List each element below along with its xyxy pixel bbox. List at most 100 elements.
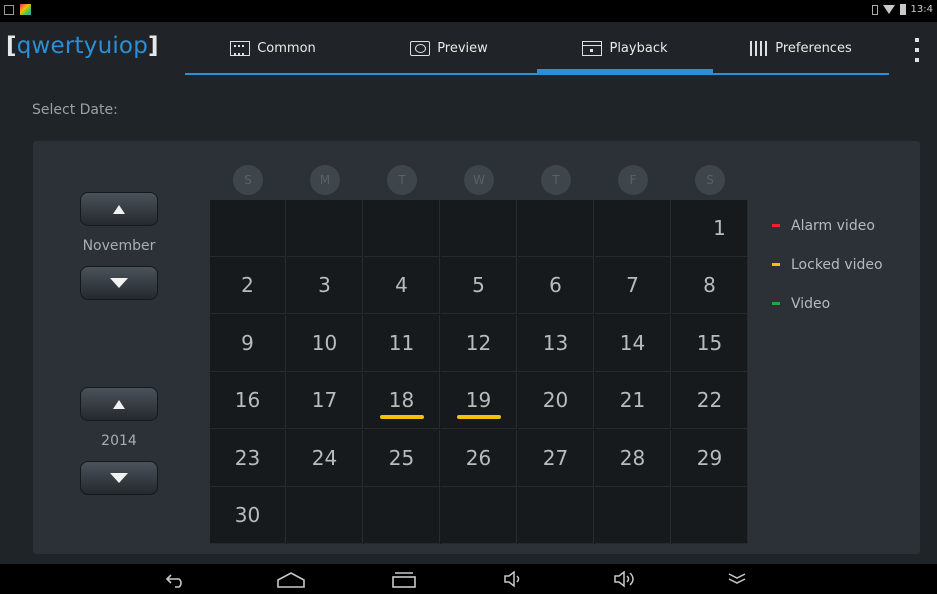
- weekday-label: W: [464, 165, 494, 195]
- calendar-day-number: 9: [241, 330, 254, 355]
- app-window: 13:4 [qwertyuiop] Common Preview Playbac…: [0, 0, 937, 594]
- calendar-day-9[interactable]: 9: [210, 314, 286, 372]
- calendar-day-25[interactable]: 25: [364, 429, 440, 487]
- legend-item: Alarm video: [772, 206, 883, 245]
- volume-up-icon[interactable]: [613, 570, 641, 588]
- calendar-day-number: 1: [713, 216, 726, 240]
- calendar-day-number: 16: [234, 388, 261, 413]
- calendar-day-8[interactable]: 8: [672, 257, 748, 315]
- calendar-day-30[interactable]: 30: [210, 487, 286, 544]
- tab-active-indicator: [537, 69, 713, 73]
- year-up-button[interactable]: [80, 387, 158, 421]
- overflow-dot-icon: [915, 38, 919, 42]
- calendar-day-number: 13: [542, 330, 569, 355]
- calendar-day-18[interactable]: 18: [364, 372, 440, 430]
- month-up-button[interactable]: [80, 192, 158, 226]
- weekday-label: T: [541, 165, 571, 195]
- preferences-icon: [750, 41, 769, 56]
- tab-preview[interactable]: Preview: [361, 22, 537, 75]
- volume-down-icon[interactable]: [503, 570, 527, 588]
- back-icon[interactable]: [165, 572, 187, 588]
- status-time: 13:4: [910, 4, 933, 15]
- calendar-day-6[interactable]: 6: [518, 257, 594, 315]
- calendar-day-14[interactable]: 14: [595, 314, 671, 372]
- home-icon[interactable]: [276, 571, 306, 589]
- calendar-day-10[interactable]: 10: [287, 314, 363, 372]
- month-down-button[interactable]: [80, 266, 158, 300]
- recents-icon[interactable]: [390, 571, 418, 589]
- arrow-down-icon: [110, 278, 128, 288]
- legend-swatch: [772, 302, 780, 305]
- wifi-icon: [882, 5, 895, 14]
- legend-label: Video: [791, 295, 831, 312]
- calendar-day-number: 19: [465, 388, 492, 413]
- year-spinner: 2014: [80, 387, 158, 495]
- calendar-grid: 1 2 3 4 5 6 7 8 9 10 11 12 13 14 15 16 17 18 19 20 21 22 23 24 2…: [210, 200, 748, 544]
- calendar-day-2[interactable]: 2: [210, 257, 286, 315]
- year-down-button[interactable]: [80, 461, 158, 495]
- tab-preferences-label: Preferences: [775, 41, 852, 56]
- calendar-day-22[interactable]: 22: [672, 372, 748, 430]
- tab-preview-label: Preview: [437, 41, 488, 56]
- calendar-day-13[interactable]: 13: [518, 314, 594, 372]
- calendar-day-number: 18: [388, 388, 415, 413]
- calendar-day-19[interactable]: 19: [441, 372, 517, 430]
- calendar-day-number: 2: [241, 273, 254, 298]
- calendar-empty-cell: [364, 200, 440, 257]
- calendar-day-26[interactable]: 26: [441, 429, 517, 487]
- weekday-label: S: [233, 165, 263, 195]
- arrow-up-icon: [113, 204, 125, 214]
- calendar-day-4[interactable]: 4: [364, 257, 440, 315]
- calendar-day-number: 17: [311, 388, 338, 413]
- calendar-day-12[interactable]: 12: [441, 314, 517, 372]
- calendar-day-29[interactable]: 29: [672, 429, 748, 487]
- tab-preferences[interactable]: Preferences: [713, 22, 889, 75]
- tab-common[interactable]: Common: [185, 22, 361, 75]
- calendar-day-number: 7: [626, 273, 639, 298]
- calendar-day-24[interactable]: 24: [287, 429, 363, 487]
- calendar-day-number: 24: [311, 445, 338, 470]
- calendar-day-number: 22: [696, 388, 723, 413]
- calendar-day-number: 4: [395, 273, 408, 298]
- calendar-day-27[interactable]: 27: [518, 429, 594, 487]
- battery-icon: [899, 4, 906, 15]
- calendar-day-28[interactable]: 28: [595, 429, 671, 487]
- common-icon: [230, 41, 251, 56]
- tab-playback[interactable]: Playback: [537, 22, 713, 75]
- calendar-day-3[interactable]: 3: [287, 257, 363, 315]
- calendar-day-5[interactable]: 5: [441, 257, 517, 315]
- legend-label: Alarm video: [791, 217, 875, 234]
- calendar-day-15[interactable]: 15: [672, 314, 748, 372]
- calendar-day-number: 5: [472, 273, 485, 298]
- calendar-empty-cell: [210, 200, 286, 257]
- calendar-day-number: 12: [465, 330, 492, 355]
- calendar-empty-cell: [595, 487, 671, 544]
- calendar-day-number: 25: [388, 445, 415, 470]
- status-bar: 13:4: [0, 0, 937, 22]
- calendar-day-20[interactable]: 20: [518, 372, 594, 430]
- weekday-label: T: [387, 165, 417, 195]
- calendar-day-21[interactable]: 21: [595, 372, 671, 430]
- overflow-dot-icon: [915, 58, 919, 62]
- collapse-icon[interactable]: [726, 572, 748, 586]
- select-date-label: Select Date:: [32, 102, 118, 118]
- calendar-day-16[interactable]: 16: [210, 372, 286, 430]
- month-value: November: [82, 238, 156, 254]
- playback-icon: [582, 41, 603, 56]
- weekday-label: M: [310, 165, 340, 195]
- month-spinner: November: [80, 192, 158, 300]
- calendar-day-number: 8: [703, 273, 716, 298]
- calendar-day-17[interactable]: 17: [287, 372, 363, 430]
- calendar-empty-cell: [518, 200, 594, 257]
- calendar-empty-cell: [441, 487, 517, 544]
- calendar-day-7[interactable]: 7: [595, 257, 671, 315]
- app-logo: [qwertyuiop]: [6, 33, 159, 59]
- gallery-notification-icon: [20, 4, 31, 15]
- weekday-label: S: [695, 165, 725, 195]
- calendar-empty-cell: [672, 487, 748, 544]
- overflow-dot-icon: [915, 48, 919, 52]
- calendar-day-1[interactable]: 1: [672, 200, 748, 257]
- calendar-day-11[interactable]: 11: [364, 314, 440, 372]
- overflow-menu-button[interactable]: [912, 38, 922, 62]
- calendar-day-23[interactable]: 23: [210, 429, 286, 487]
